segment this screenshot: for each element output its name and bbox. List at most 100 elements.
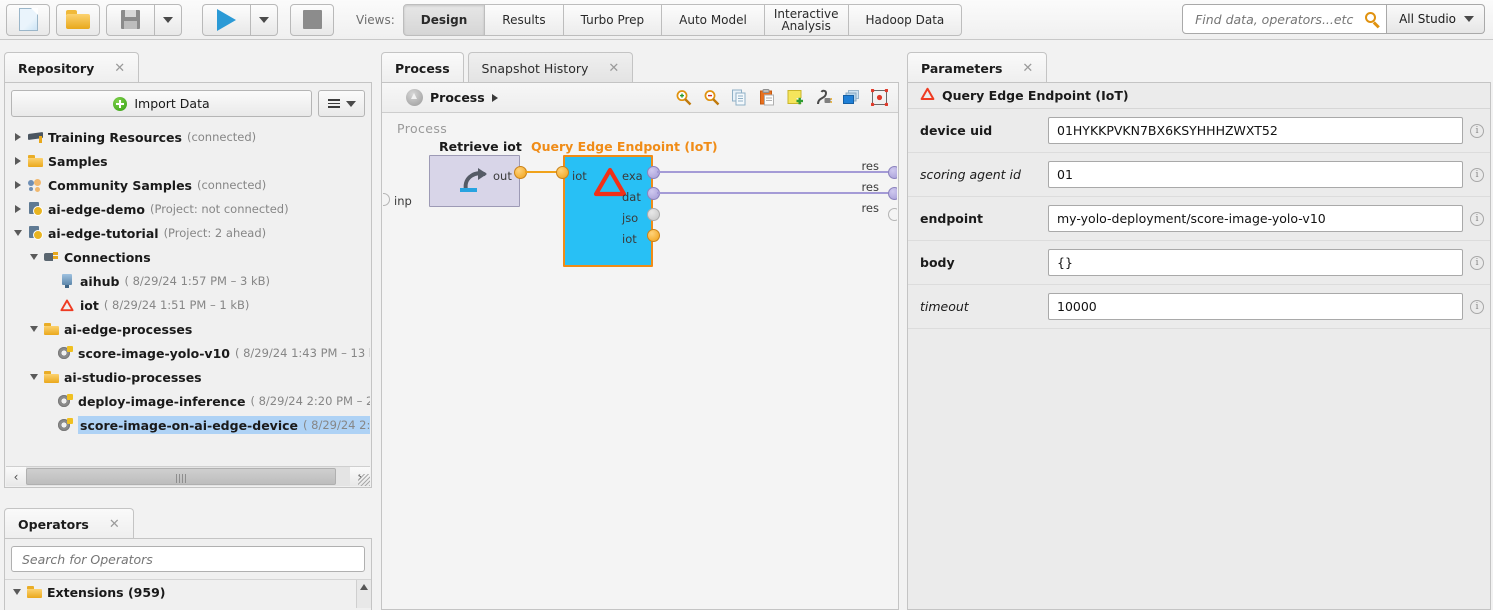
tree-item-connections[interactable]: Connections (6, 245, 370, 269)
view-tab-turbo-prep[interactable]: Turbo Prep (564, 4, 663, 36)
tree-item-training-resources[interactable]: Training Resources (connected) (6, 125, 370, 149)
import-data-button[interactable]: Import Data (11, 90, 312, 117)
info-icon[interactable]: i (1470, 168, 1484, 182)
result-port-2[interactable] (888, 187, 897, 200)
zoom-out-icon[interactable] (703, 89, 720, 106)
new-process-button[interactable] (6, 4, 50, 36)
tree-item-ai-studio-processes[interactable]: ai-studio-processes (6, 365, 370, 389)
run-process-button[interactable] (202, 4, 250, 36)
view-tab-auto-model[interactable]: Auto Model (662, 4, 765, 36)
tree-item-score-image-on-ai-edge-device[interactable]: score-image-on-ai-edge-device ( 8/29/24 … (6, 413, 370, 437)
close-icon[interactable]: ✕ (608, 61, 619, 76)
param-value-scoring-agent-id[interactable] (1055, 166, 1456, 183)
run-dropdown-button[interactable] (250, 4, 278, 36)
collapse-twisty[interactable] (26, 326, 42, 332)
save-dropdown-button[interactable] (154, 4, 182, 36)
search-icon[interactable] (1365, 12, 1380, 27)
param-input-device-uid[interactable] (1048, 117, 1463, 144)
global-search-box[interactable] (1182, 4, 1387, 34)
operator-port-out-jso[interactable] (647, 208, 660, 221)
parent-process-icon[interactable] (406, 89, 423, 106)
scroll-up-icon[interactable] (360, 584, 368, 590)
expand-twisty[interactable] (10, 181, 26, 189)
operators-search-box[interactable] (11, 546, 365, 572)
expand-twisty[interactable] (10, 133, 26, 141)
panel-resize-grip[interactable] (358, 474, 370, 486)
tree-item-meta: ( 8/29/24 1:57 PM – 3 kB) (124, 274, 270, 288)
tree-item-deploy-image-inference[interactable]: deploy-image-inference ( 8/29/24 2:20 PM… (6, 389, 370, 413)
operators-vertical-scrollbar[interactable] (356, 580, 371, 608)
tree-item-ai-edge-demo[interactable]: ai-edge-demo (Project: not connected) (6, 197, 370, 221)
tree-item-ai-edge-tutorial[interactable]: ai-edge-tutorial (Project: 2 ahead) (6, 221, 370, 245)
folder-icon (26, 155, 44, 167)
scroll-track[interactable] (26, 467, 350, 486)
operator-port-in-iot[interactable] (556, 166, 569, 179)
expand-twisty[interactable] (10, 205, 26, 213)
fit-to-screen-icon[interactable] (871, 89, 888, 106)
close-icon[interactable]: ✕ (1022, 61, 1033, 76)
close-icon[interactable]: ✕ (114, 61, 125, 76)
tab-parameters[interactable]: Parameters ✕ (907, 52, 1047, 83)
tab-repository[interactable]: Repository ✕ (4, 52, 139, 83)
param-value-body[interactable] (1055, 254, 1456, 271)
scroll-left-icon[interactable]: ‹ (6, 467, 26, 486)
scroll-thumb[interactable] (26, 468, 336, 485)
param-value-timeout[interactable] (1055, 298, 1456, 315)
repository-menu-button[interactable] (318, 90, 365, 117)
repository-horizontal-scrollbar[interactable]: ‹ › (6, 466, 370, 486)
global-search-input[interactable] (1193, 11, 1365, 28)
tree-item-community-samples[interactable]: Community Samples (connected) (6, 173, 370, 197)
operators-search-input[interactable] (20, 551, 356, 568)
view-tab-hadoop-data[interactable]: Hadoop Data (849, 4, 963, 36)
floppy-save-icon (121, 10, 140, 29)
operator-port-out-iot[interactable] (647, 229, 660, 242)
view-tab-results[interactable]: Results (485, 4, 563, 36)
view-tab-interactive-analysis[interactable]: Interactive Analysis (765, 4, 849, 36)
open-process-button[interactable] (56, 4, 100, 36)
chevron-down-icon (346, 101, 356, 107)
add-note-icon[interactable] (787, 89, 804, 106)
tree-item-score-image-yolo-v10[interactable]: score-image-yolo-v10 ( 8/29/24 1:43 PM –… (6, 341, 370, 365)
arrange-layers-icon[interactable] (843, 89, 860, 106)
process-canvas[interactable]: Process inp Retrieve iot out (383, 114, 897, 608)
expand-twisty[interactable] (10, 157, 26, 165)
close-icon[interactable]: ✕ (109, 517, 120, 532)
tab-operators[interactable]: Operators ✕ (4, 508, 134, 539)
param-input-endpoint[interactable] (1048, 205, 1463, 232)
search-scope-button[interactable]: All Studio (1387, 4, 1485, 34)
collapse-twisty[interactable] (26, 374, 42, 380)
tree-item-ai-edge-processes[interactable]: ai-edge-processes (6, 317, 370, 341)
param-row-body: body i (908, 241, 1490, 285)
operators-item-extensions[interactable]: Extensions (959) (5, 580, 371, 604)
collapse-twisty[interactable] (9, 589, 25, 595)
param-input-scoring-agent-id[interactable] (1048, 161, 1463, 188)
tree-item-iot[interactable]: iot ( 8/29/24 1:51 PM – 1 kB) (6, 293, 370, 317)
info-icon[interactable]: i (1470, 212, 1484, 226)
parameters-body: Query Edge Endpoint (IoT) device uid i s… (907, 82, 1491, 610)
param-value-device-uid[interactable] (1055, 122, 1456, 139)
process-gear-icon (56, 346, 74, 360)
tree-item-aihub[interactable]: aihub ( 8/29/24 1:57 PM – 3 kB) (6, 269, 370, 293)
tree-item-samples[interactable]: Samples (6, 149, 370, 173)
stop-process-button[interactable] (290, 4, 334, 36)
view-tab-design[interactable]: Design (403, 4, 486, 36)
collapse-twisty[interactable] (26, 254, 42, 260)
paste-icon[interactable] (759, 89, 776, 106)
info-icon[interactable]: i (1470, 124, 1484, 138)
copy-icon[interactable] (731, 89, 748, 106)
result-port-1[interactable] (888, 166, 897, 179)
param-input-timeout[interactable] (1048, 293, 1463, 320)
connection-icon (42, 251, 60, 263)
save-process-button[interactable] (106, 4, 154, 36)
auto-wire-icon[interactable] (815, 89, 832, 106)
zoom-in-icon[interactable] (675, 89, 692, 106)
result-port-3[interactable] (888, 208, 897, 221)
param-input-body[interactable] (1048, 249, 1463, 276)
canvas-input-port[interactable] (383, 193, 390, 206)
info-icon[interactable]: i (1470, 256, 1484, 270)
tab-snapshot-history[interactable]: Snapshot History ✕ (468, 52, 634, 83)
collapse-twisty[interactable] (10, 230, 26, 236)
info-icon[interactable]: i (1470, 300, 1484, 314)
tab-process[interactable]: Process (381, 52, 464, 83)
param-value-endpoint[interactable] (1055, 210, 1456, 227)
